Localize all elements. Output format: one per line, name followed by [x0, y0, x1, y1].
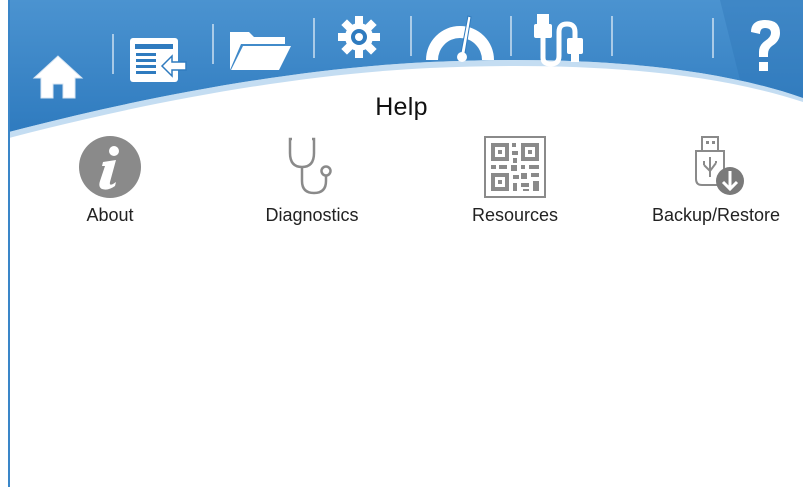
nav-separator: [313, 18, 315, 58]
gear-icon: [338, 16, 380, 58]
gauge-button[interactable]: [422, 10, 498, 62]
tile-label: About: [86, 205, 134, 225]
diagnostics-tile[interactable]: Diagnostics: [222, 135, 402, 235]
info-icon: [79, 136, 141, 198]
help-button[interactable]: [745, 16, 785, 76]
nav-separator: [712, 18, 714, 58]
nav-separator: [410, 16, 412, 56]
files-button[interactable]: [227, 26, 293, 72]
nav-separator: [112, 34, 114, 74]
tile-label: Diagnostics: [265, 205, 359, 225]
settings-button[interactable]: [336, 14, 382, 60]
tile-label: Backup/Restore: [651, 205, 781, 225]
backup-restore-tile[interactable]: Backup/Restore: [626, 135, 803, 235]
nav-separator: [212, 24, 214, 64]
question-mark-icon: [751, 20, 780, 71]
nav-separator: [611, 16, 613, 56]
nav-separator: [510, 16, 512, 56]
resources-tile[interactable]: Resources: [425, 135, 605, 235]
page-title: Help: [375, 93, 428, 121]
usb-button[interactable]: [531, 12, 589, 68]
about-tile[interactable]: About: [20, 135, 200, 235]
usb-cable-icon: [534, 14, 583, 67]
tile-label: Resources: [471, 205, 559, 225]
gauge-icon: [426, 15, 494, 62]
stethoscope-icon: [288, 137, 332, 195]
log-export-icon: [130, 38, 187, 82]
folder-icon: [230, 32, 291, 70]
usb-download-icon: [695, 136, 744, 195]
log-export-button[interactable]: [128, 36, 190, 86]
left-frame-line: [8, 0, 10, 487]
help-screen: Help About Diagnostics Resources Backup/…: [0, 0, 803, 487]
qr-code-icon: [484, 136, 546, 198]
